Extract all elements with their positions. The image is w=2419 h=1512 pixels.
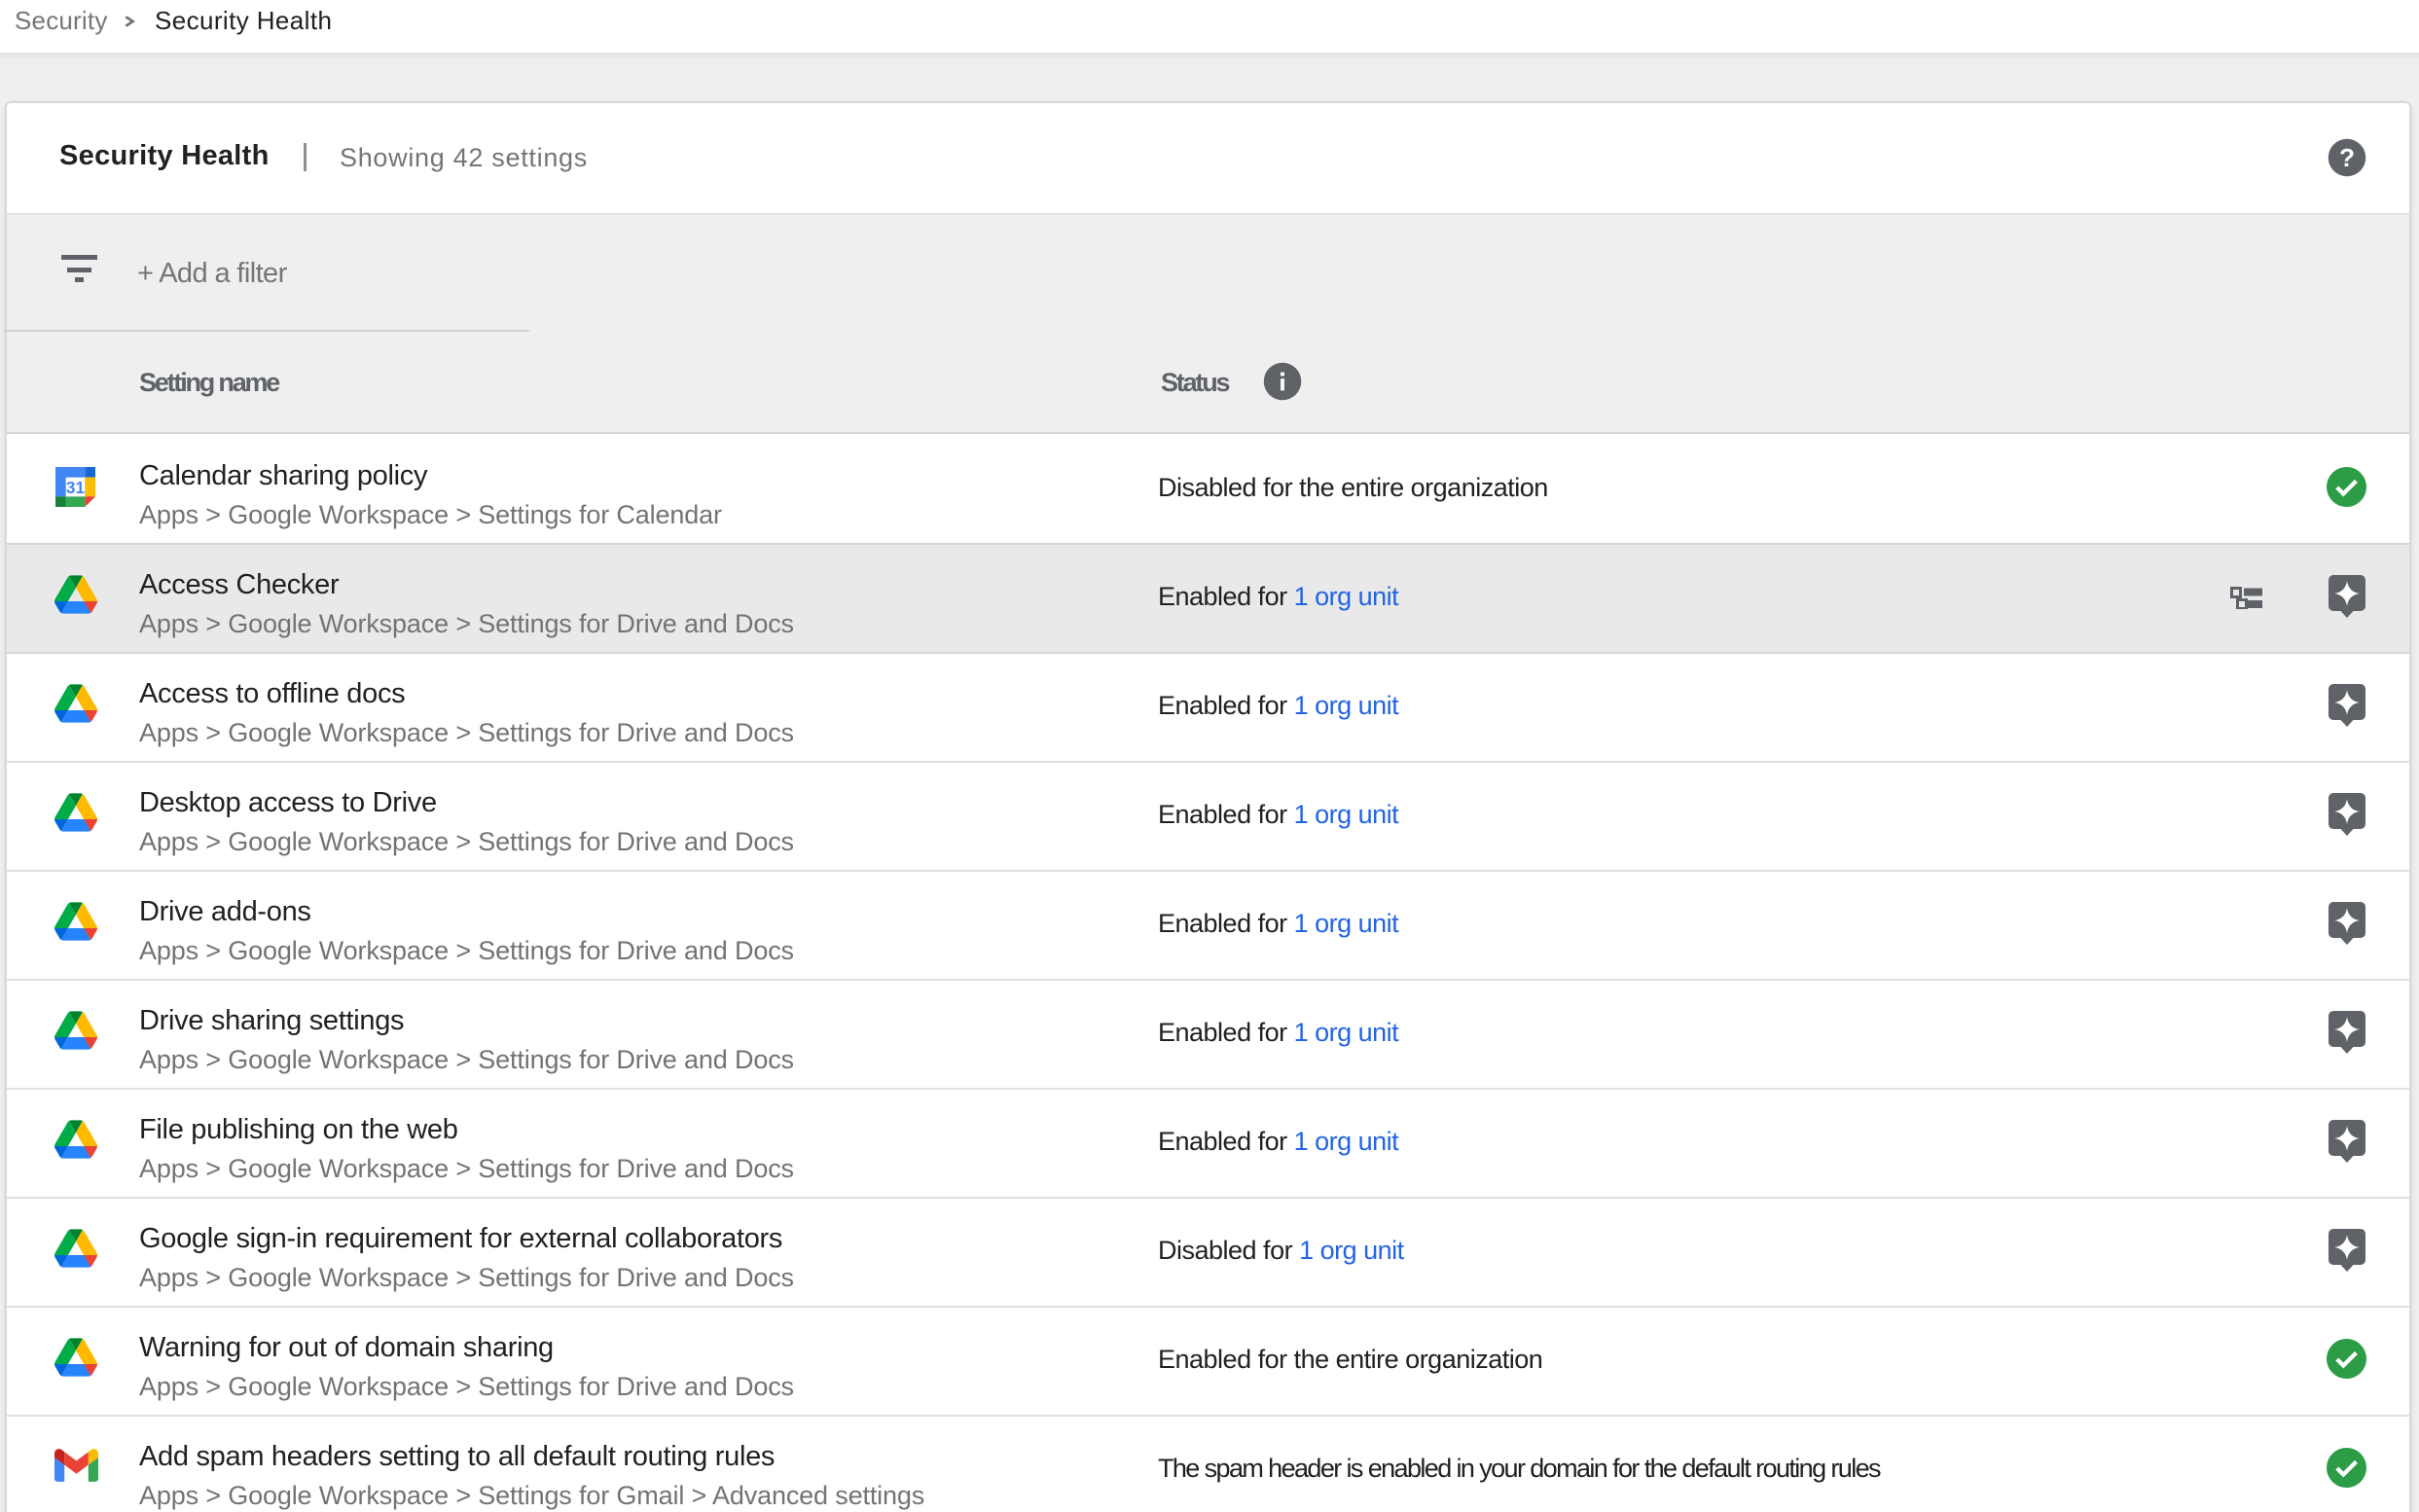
svg-text:?: ? <box>2339 143 2355 172</box>
svg-text:31: 31 <box>66 478 86 497</box>
